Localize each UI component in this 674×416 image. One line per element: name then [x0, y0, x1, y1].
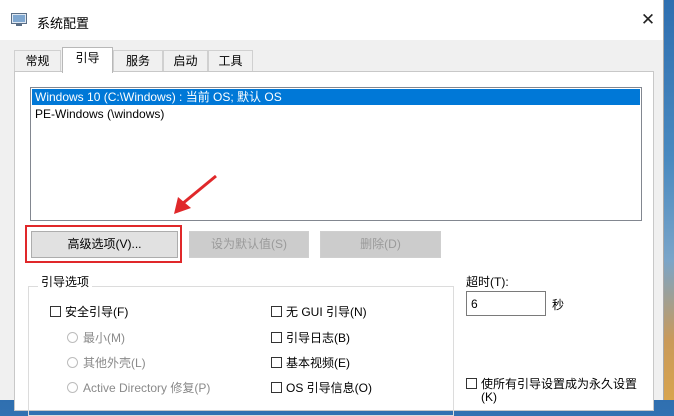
- timeout-unit: 秒: [552, 298, 565, 312]
- os-boot-info-label: OS 引导信息(O): [286, 381, 372, 395]
- timeout-label: 超时(T):: [466, 275, 509, 289]
- tab-startup[interactable]: 启动: [163, 50, 208, 71]
- os-boot-info-option[interactable]: OS 引导信息(O): [271, 379, 372, 396]
- set-default-button[interactable]: 设为默认值(S): [189, 231, 309, 258]
- tab-boot[interactable]: 引导: [62, 47, 113, 73]
- boot-options-title: 引导选项: [38, 273, 93, 290]
- permanent-settings-label-line2: (K): [481, 390, 497, 404]
- alternate-shell-option[interactable]: 其他外壳(L): [67, 354, 146, 371]
- boot-entry-pe-windows[interactable]: PE-Windows (\windows): [32, 106, 640, 122]
- safe-boot-option[interactable]: 安全引导(F): [50, 303, 128, 320]
- window-title: 系统配置: [37, 16, 90, 31]
- boot-log-checkbox[interactable]: [271, 332, 282, 343]
- no-gui-checkbox[interactable]: [271, 306, 282, 317]
- minimal-option[interactable]: 最小(M): [67, 329, 125, 346]
- red-arrow-icon: [174, 174, 217, 214]
- tab-services[interactable]: 服务: [113, 50, 163, 71]
- boot-entries-list[interactable]: Windows 10 (C:\Windows) : 当前 OS; 默认 OS P…: [30, 87, 642, 221]
- title-bar: 系统配置 ✕: [0, 0, 663, 40]
- alternate-shell-radio[interactable]: [67, 357, 78, 368]
- system-config-window: 系统配置 ✕ 常规 引导 服务 启动 工具 Windows 10 (C:\Win…: [0, 0, 664, 416]
- base-video-label: 基本视频(E): [286, 356, 350, 370]
- no-gui-label: 无 GUI 引导(N): [286, 305, 367, 319]
- base-video-option[interactable]: 基本视频(E): [271, 354, 350, 371]
- active-directory-option[interactable]: Active Directory 修复(P): [67, 379, 210, 396]
- boot-log-label: 引导日志(B): [286, 331, 350, 345]
- boot-log-option[interactable]: 引导日志(B): [271, 329, 350, 346]
- minimal-label: 最小(M): [83, 331, 125, 345]
- os-boot-info-checkbox[interactable]: [271, 382, 282, 393]
- system-config-icon: [11, 13, 27, 27]
- safe-boot-checkbox[interactable]: [50, 306, 61, 317]
- advanced-options-button[interactable]: 高级选项(V)...: [31, 231, 178, 258]
- permanent-settings-label: 使所有引导设置成为永久设置: [481, 377, 638, 391]
- alternate-shell-label: 其他外壳(L): [83, 356, 146, 370]
- timeout-input[interactable]: [466, 291, 546, 316]
- close-button[interactable]: ✕: [638, 10, 658, 30]
- delete-button[interactable]: 删除(D): [320, 231, 441, 258]
- base-video-checkbox[interactable]: [271, 357, 282, 368]
- no-gui-option[interactable]: 无 GUI 引导(N): [271, 303, 367, 320]
- tab-tools[interactable]: 工具: [208, 50, 253, 71]
- permanent-settings-checkbox[interactable]: [466, 378, 477, 389]
- tab-general[interactable]: 常规: [14, 50, 61, 71]
- boot-entry-windows10[interactable]: Windows 10 (C:\Windows) : 当前 OS; 默认 OS: [32, 89, 640, 105]
- safe-boot-label: 安全引导(F): [65, 305, 129, 319]
- minimal-radio[interactable]: [67, 332, 78, 343]
- active-directory-label: Active Directory 修复(P): [83, 381, 211, 395]
- active-directory-radio[interactable]: [67, 382, 78, 393]
